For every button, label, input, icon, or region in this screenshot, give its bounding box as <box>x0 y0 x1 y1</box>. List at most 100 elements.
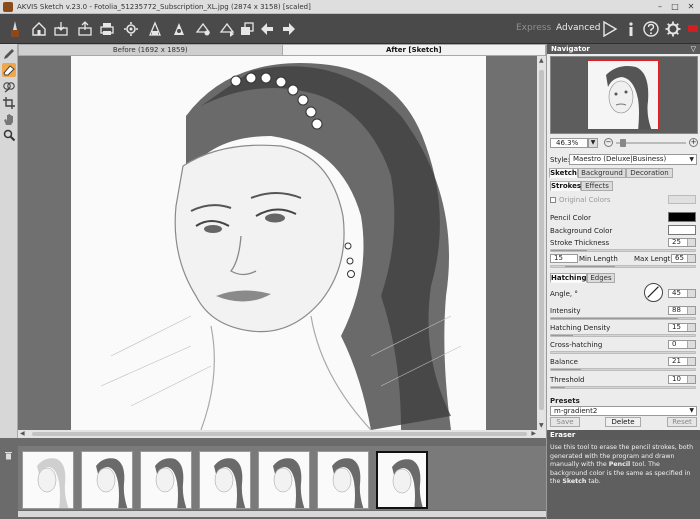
hatching-density-input[interactable]: 15 <box>668 323 696 332</box>
angle-input[interactable]: 45 <box>668 289 696 298</box>
vertical-scrollbar[interactable]: ▲ ▼ <box>537 56 546 430</box>
length-range-slider[interactable] <box>550 265 696 268</box>
express-mode-button[interactable]: Express <box>516 23 551 33</box>
filmstrip-scrollbar[interactable] <box>18 511 546 517</box>
tab-hatching[interactable]: Hatching <box>550 273 587 283</box>
balance-slider[interactable] <box>550 368 696 371</box>
max-length-label: Max Length <box>634 255 675 263</box>
flag-icon[interactable] <box>684 20 698 38</box>
pencil-color-label: Pencil Color <box>550 214 591 222</box>
trash-icon[interactable] <box>4 450 13 460</box>
hint-text: Use this tool to erase the pencil stroke… <box>547 440 700 519</box>
intensity-slider[interactable] <box>550 317 696 320</box>
scroll-down-icon[interactable]: ▼ <box>539 422 544 429</box>
stroke-thickness-label: Stroke Thickness <box>550 239 610 247</box>
threshold-input[interactable]: 10 <box>668 375 696 384</box>
save-preset-button[interactable]: Save <box>550 417 580 427</box>
zoom-dropdown-icon[interactable]: ▼ <box>588 138 598 148</box>
chevron-down-icon: ▼ <box>689 156 694 163</box>
reset-preset-button[interactable]: Reset <box>667 417 697 427</box>
tab-effects[interactable]: Effects <box>581 181 613 191</box>
tab-background[interactable]: Background <box>578 168 626 178</box>
help-icon[interactable] <box>642 20 660 38</box>
scroll-left-icon[interactable]: ◀ <box>20 430 25 437</box>
maximize-button[interactable]: □ <box>670 2 680 12</box>
balance-input[interactable]: 21 <box>668 357 696 366</box>
tab-before[interactable]: Before (1692 x 1859) <box>18 44 283 56</box>
angle-label: Angle, ° <box>550 290 578 298</box>
navigator-title: Navigator <box>551 45 590 53</box>
filmstrip-thumbnail[interactable] <box>140 451 192 509</box>
navigator-viewport[interactable] <box>587 60 659 130</box>
max-length-input[interactable]: 65 <box>671 254 696 263</box>
zoom-in-icon[interactable]: + <box>689 138 698 147</box>
settings-panel: Navigator ▽ 46.3% ▼ − + Style: Maestro (… <box>546 44 700 519</box>
hatching-density-slider[interactable] <box>550 334 696 337</box>
play-icon[interactable] <box>600 20 618 38</box>
angle-dial[interactable] <box>644 283 663 302</box>
gear-icon[interactable] <box>664 20 682 38</box>
save-icon[interactable] <box>76 20 94 38</box>
filmstrip-thumbnail[interactable] <box>258 451 310 509</box>
run-icon[interactable] <box>170 20 188 38</box>
vertical-scroll-thumb[interactable] <box>539 70 544 410</box>
home-icon[interactable] <box>30 20 48 38</box>
scroll-up-icon[interactable]: ▲ <box>539 57 544 64</box>
filmstrip-thumbnail[interactable] <box>199 451 251 509</box>
zoom-icon[interactable] <box>2 128 16 142</box>
brush-logo-icon <box>6 20 20 38</box>
crop-icon[interactable] <box>2 96 16 110</box>
filmstrip-thumbnail[interactable] <box>317 451 369 509</box>
close-button[interactable]: ✕ <box>686 2 696 12</box>
share-icon[interactable] <box>218 20 236 38</box>
minimize-button[interactable]: – <box>655 2 665 12</box>
open-file-icon[interactable] <box>52 20 70 38</box>
stroke-thickness-input[interactable]: 25 <box>668 238 696 247</box>
main-toolbar: Express Advanced <box>0 14 700 44</box>
redo-icon[interactable] <box>280 20 298 38</box>
zoom-slider[interactable] <box>616 142 686 144</box>
original-colors-checkbox[interactable] <box>550 197 556 203</box>
undo-icon[interactable] <box>258 20 276 38</box>
presets-select[interactable]: m-gradient2 ▼ <box>550 406 697 416</box>
hand-icon[interactable] <box>2 112 16 126</box>
pencil-color-swatch[interactable] <box>668 212 696 222</box>
horizontal-scrollbar[interactable]: ◀ ▶ <box>18 430 546 438</box>
style-select[interactable]: Maestro (Deluxe|Business) ▼ <box>569 154 697 165</box>
horizontal-scroll-thumb[interactable] <box>32 432 527 436</box>
tab-strokes[interactable]: Strokes <box>550 181 581 191</box>
background-color-swatch[interactable] <box>668 225 696 235</box>
print-icon[interactable] <box>98 20 116 38</box>
delete-preset-button[interactable]: Delete <box>605 417 641 427</box>
intensity-input[interactable]: 88 <box>668 306 696 315</box>
sketch-image[interactable] <box>71 56 486 430</box>
filmstrip-thumbnail[interactable] <box>81 451 133 509</box>
zoom-out-icon[interactable]: − <box>604 138 613 147</box>
batch-icon[interactable] <box>122 20 140 38</box>
tab-after[interactable]: After [Sketch] <box>282 44 546 56</box>
threshold-slider[interactable] <box>550 386 696 389</box>
zoom-input[interactable]: 46.3% <box>550 138 588 148</box>
advanced-mode-button[interactable]: Advanced <box>556 23 600 33</box>
filmstrip-thumbnail[interactable] <box>376 451 428 509</box>
layers-icon[interactable] <box>238 20 256 38</box>
scroll-right-icon[interactable]: ▶ <box>531 430 536 437</box>
image-canvas[interactable]: ▲ ▼ ◀ ▶ <box>18 56 546 438</box>
pencil-icon[interactable] <box>2 47 16 61</box>
eraser-icon[interactable] <box>2 63 16 77</box>
tab-edges[interactable]: Edges <box>587 273 615 283</box>
stroke-thickness-slider[interactable] <box>550 249 696 252</box>
filmstrip-thumbnail[interactable] <box>22 451 74 509</box>
smudge-icon[interactable] <box>2 80 16 94</box>
navigator-preview[interactable] <box>550 56 698 134</box>
tab-decoration[interactable]: Decoration <box>626 168 673 178</box>
settings-icon[interactable] <box>194 20 212 38</box>
cross-hatching-slider[interactable] <box>550 351 696 354</box>
zoom-slider-handle[interactable] <box>620 139 626 147</box>
presets-icon[interactable] <box>146 20 164 38</box>
collapse-icon[interactable]: ▽ <box>691 44 696 54</box>
cross-hatching-input[interactable]: 0 <box>668 340 696 349</box>
tab-sketch[interactable]: Sketch <box>549 168 578 178</box>
min-length-input[interactable]: 15 <box>550 254 578 263</box>
info-icon[interactable] <box>622 20 640 38</box>
